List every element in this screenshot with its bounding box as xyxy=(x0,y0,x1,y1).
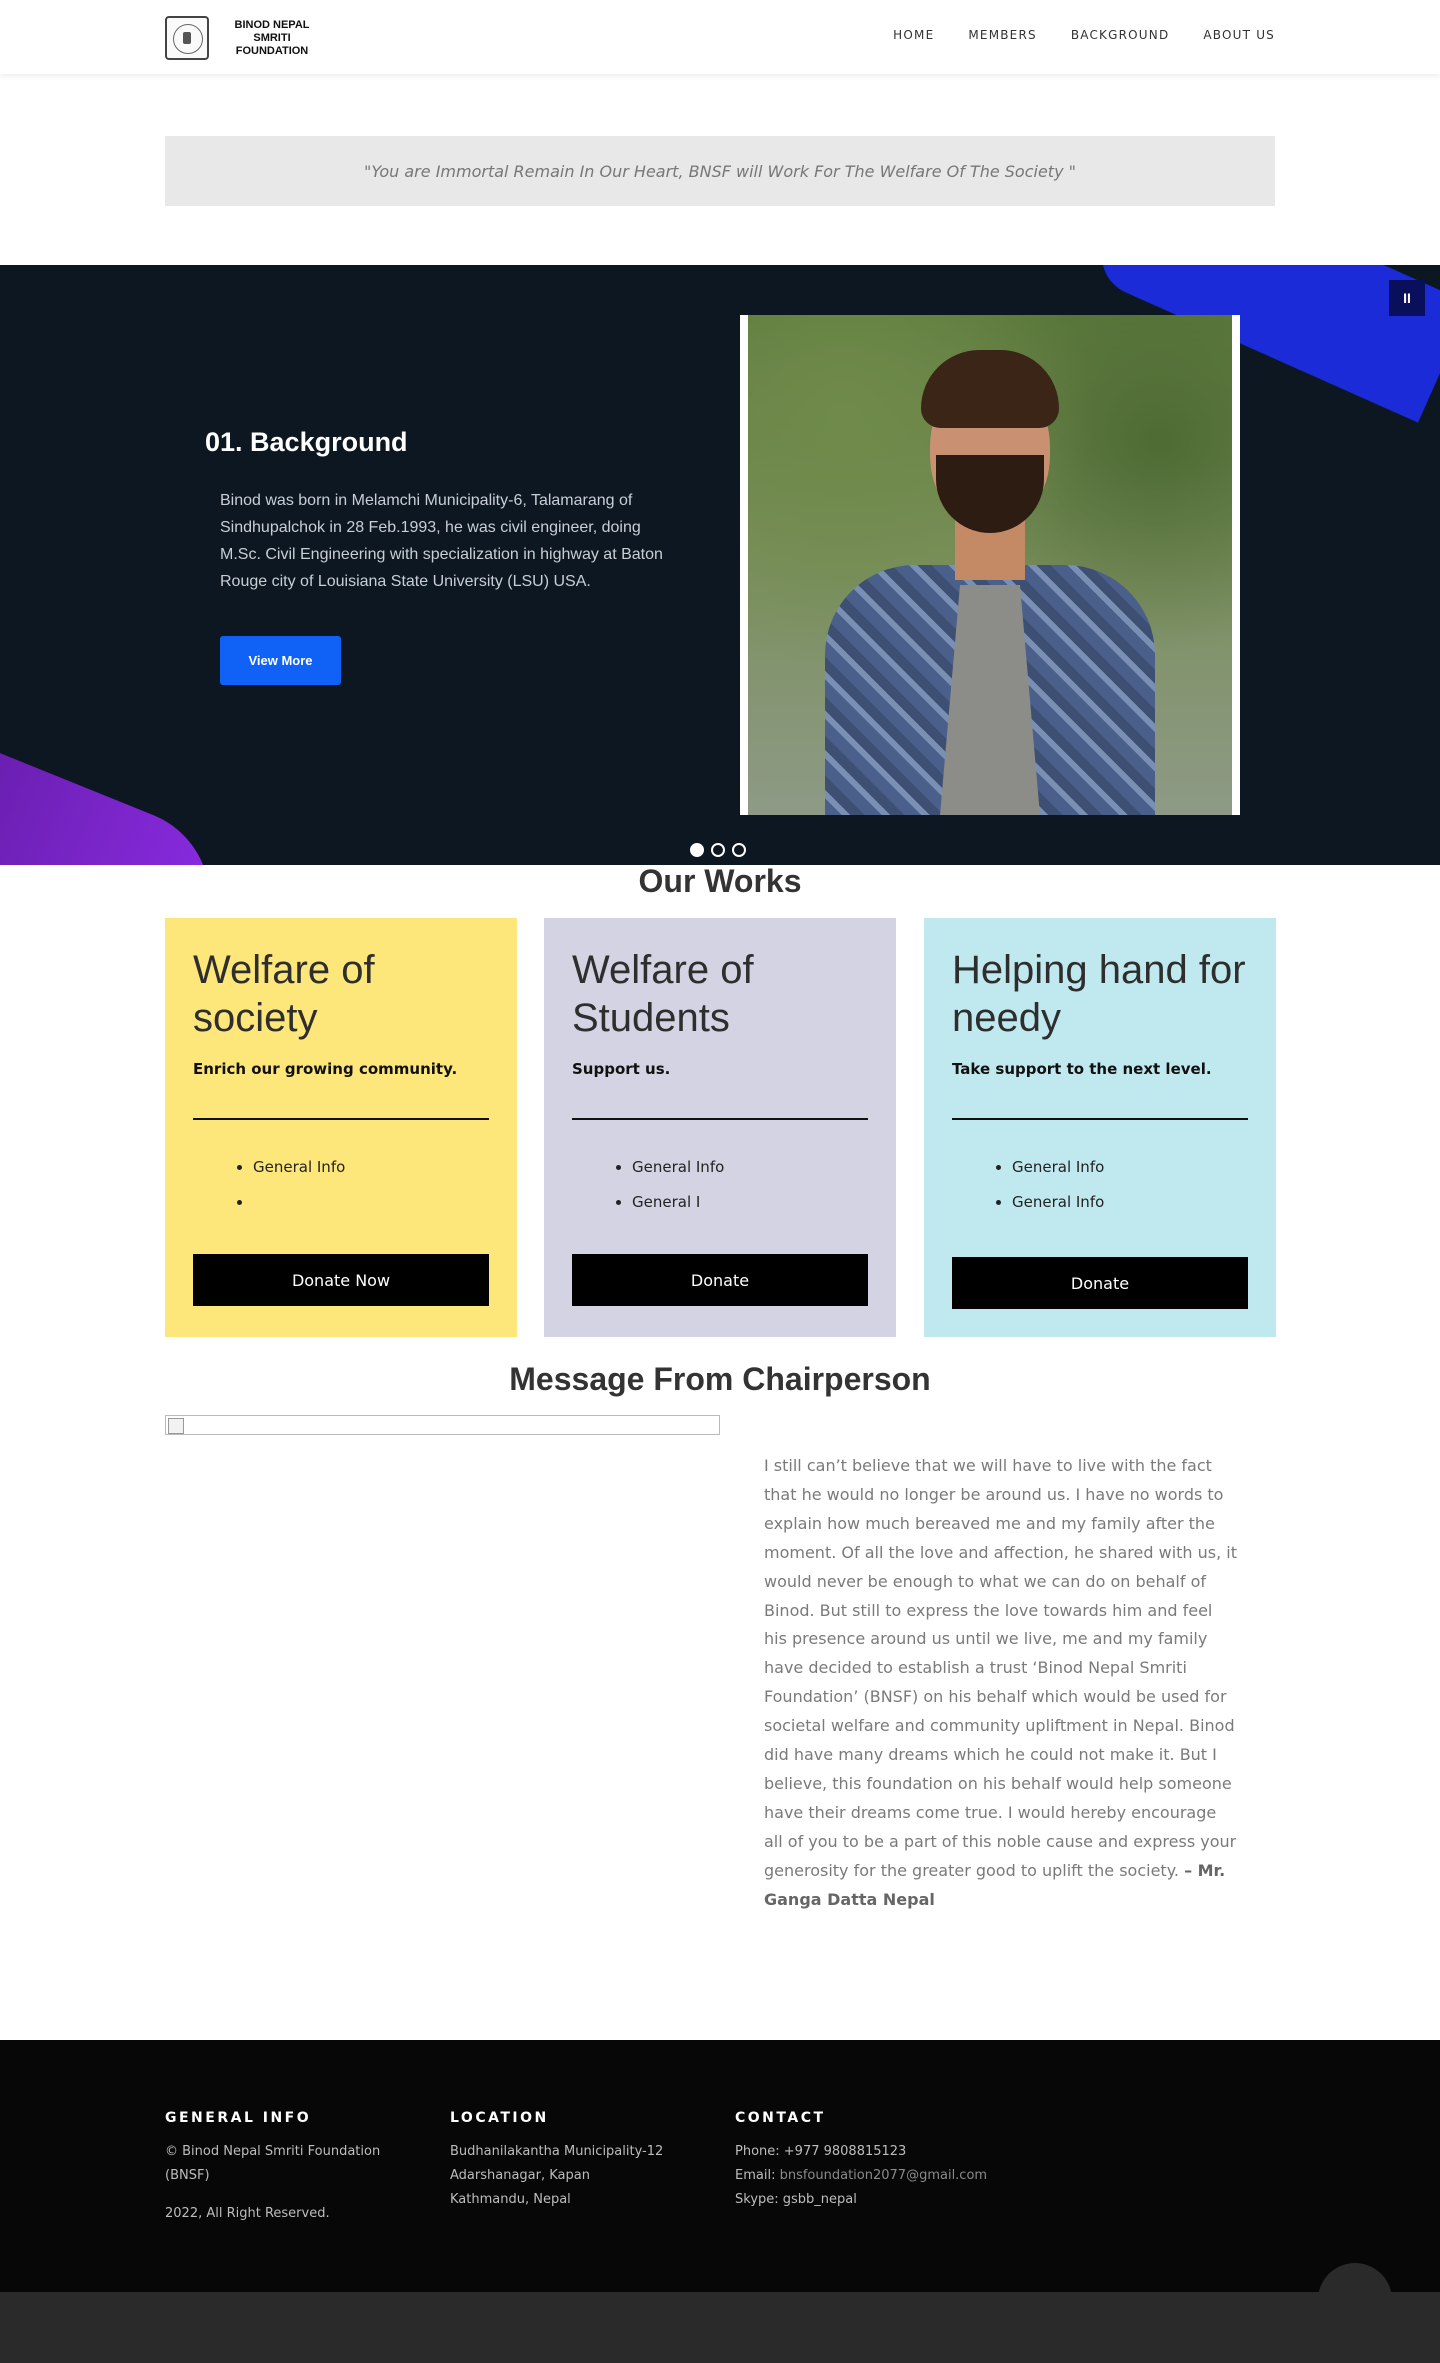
footer-copyright: © Binod Nepal Smriti Foundation (BNSF) xyxy=(165,2144,381,2183)
address-line-3: Kathmandu, Nepal xyxy=(450,2192,571,2207)
main-nav: HOME MEMBERS BACKGROUND ABOUT US xyxy=(893,28,1275,42)
our-works-title: Our Works xyxy=(638,863,802,899)
footer-contact: CONTACT Phone: +977 9808815123 Email: bn… xyxy=(735,2110,1035,2212)
broken-image-icon xyxy=(165,1415,720,1435)
donate-button[interactable]: Donate xyxy=(952,1257,1248,1309)
quote-text: "You are Immortal Remain In Our Heart, B… xyxy=(363,161,1076,181)
contact-phone: Phone: +977 9808815123 xyxy=(735,2144,907,2159)
list-item: General Info xyxy=(632,1150,868,1185)
slider-pause-button[interactable]: II xyxy=(1389,280,1425,316)
slider-pagination xyxy=(690,843,746,857)
footer-heading: GENERAL INFO xyxy=(165,2110,312,2126)
work-card-needy: Helping hand for needy Take support to t… xyxy=(924,918,1276,1337)
card-heading: Helping hand for needy xyxy=(952,948,1246,1040)
slide-photo xyxy=(740,315,1240,815)
address-line-2: Adarshanagar, Kapan xyxy=(450,2168,590,2183)
list-item xyxy=(253,1185,489,1220)
slide-title: 01. Background xyxy=(205,427,408,457)
contact-skype: Skype: gsbb_nepal xyxy=(735,2192,857,2207)
nav-about-us[interactable]: ABOUT US xyxy=(1203,28,1275,42)
site-header: BINOD NEPAL SMRITI FOUNDATION HOME MEMBE… xyxy=(0,0,1440,74)
email-link[interactable]: bnsfoundation2077@gmail.com xyxy=(780,2168,987,2183)
email-label: Email: xyxy=(735,2168,780,2183)
slide-description: Binod was born in Melamchi Municipality-… xyxy=(220,492,663,590)
card-list: General Info General I xyxy=(572,1150,868,1220)
site-footer: GENERAL INFO © Binod Nepal Smriti Founda… xyxy=(0,2040,1440,2292)
slider-dot-3[interactable] xyxy=(732,843,746,857)
site-logo[interactable]: BINOD NEPAL SMRITI FOUNDATION xyxy=(165,16,327,60)
footer-general-info: GENERAL INFO © Binod Nepal Smriti Founda… xyxy=(165,2110,405,2226)
quote-banner: "You are Immortal Remain In Our Heart, B… xyxy=(165,136,1275,206)
nav-home[interactable]: HOME xyxy=(893,28,934,42)
list-item: General Info xyxy=(1012,1185,1248,1220)
nav-background[interactable]: BACKGROUND xyxy=(1071,28,1170,42)
view-more-button[interactable]: View More xyxy=(220,636,341,685)
message-body: I still can’t believe that we will have … xyxy=(764,1456,1237,1880)
chairperson-message: I still can’t believe that we will have … xyxy=(764,1452,1239,1915)
message-title: Message From Chairperson xyxy=(509,1361,931,1397)
card-divider xyxy=(193,1118,489,1120)
logo-text: BINOD NEPAL SMRITI FOUNDATION xyxy=(234,18,310,57)
card-heading: Welfare of society xyxy=(193,948,375,1040)
footer-location: LOCATION Budhanilakantha Municipality-12… xyxy=(450,2110,690,2212)
address-line-1: Budhanilakantha Municipality-12 xyxy=(450,2144,664,2159)
card-heading: Welfare of Students xyxy=(572,948,754,1040)
footer-heading: LOCATION xyxy=(450,2110,549,2126)
work-card-society: Welfare of society Enrich our growing co… xyxy=(165,918,517,1337)
list-item: General I xyxy=(632,1185,868,1220)
work-card-students: Welfare of Students Support us. General … xyxy=(544,918,896,1337)
card-subtitle: Support us. xyxy=(572,1060,671,1078)
portrait-image xyxy=(748,315,1232,815)
card-divider xyxy=(952,1118,1248,1120)
list-item: General Info xyxy=(253,1150,489,1185)
photo-beard xyxy=(936,455,1044,533)
footer-heading: CONTACT xyxy=(735,2110,826,2126)
photo-hair xyxy=(921,350,1059,428)
hero-slider: II 01. Background Binod was born in Mela… xyxy=(0,265,1440,865)
card-divider xyxy=(572,1118,868,1120)
footer-rights: 2022, All Right Reserved. xyxy=(165,2206,330,2221)
nav-members[interactable]: MEMBERS xyxy=(968,28,1036,42)
card-subtitle: Take support to the next level. xyxy=(952,1060,1212,1078)
card-list: General Info General Info xyxy=(952,1150,1248,1220)
donate-button[interactable]: Donate xyxy=(572,1254,868,1306)
slider-dot-1[interactable] xyxy=(690,843,704,857)
contact-email-row: Email: bnsfoundation2077@gmail.com xyxy=(735,2164,1035,2188)
card-subtitle: Enrich our growing community. xyxy=(193,1060,458,1078)
footer-bottom-bar xyxy=(0,2292,1440,2363)
foundation-emblem-icon xyxy=(165,16,209,60)
card-list: General Info xyxy=(193,1150,489,1220)
donate-now-button[interactable]: Donate Now xyxy=(193,1254,489,1306)
slider-dot-2[interactable] xyxy=(711,843,725,857)
decorative-purple-shape xyxy=(0,751,237,865)
list-item: General Info xyxy=(1012,1150,1248,1185)
